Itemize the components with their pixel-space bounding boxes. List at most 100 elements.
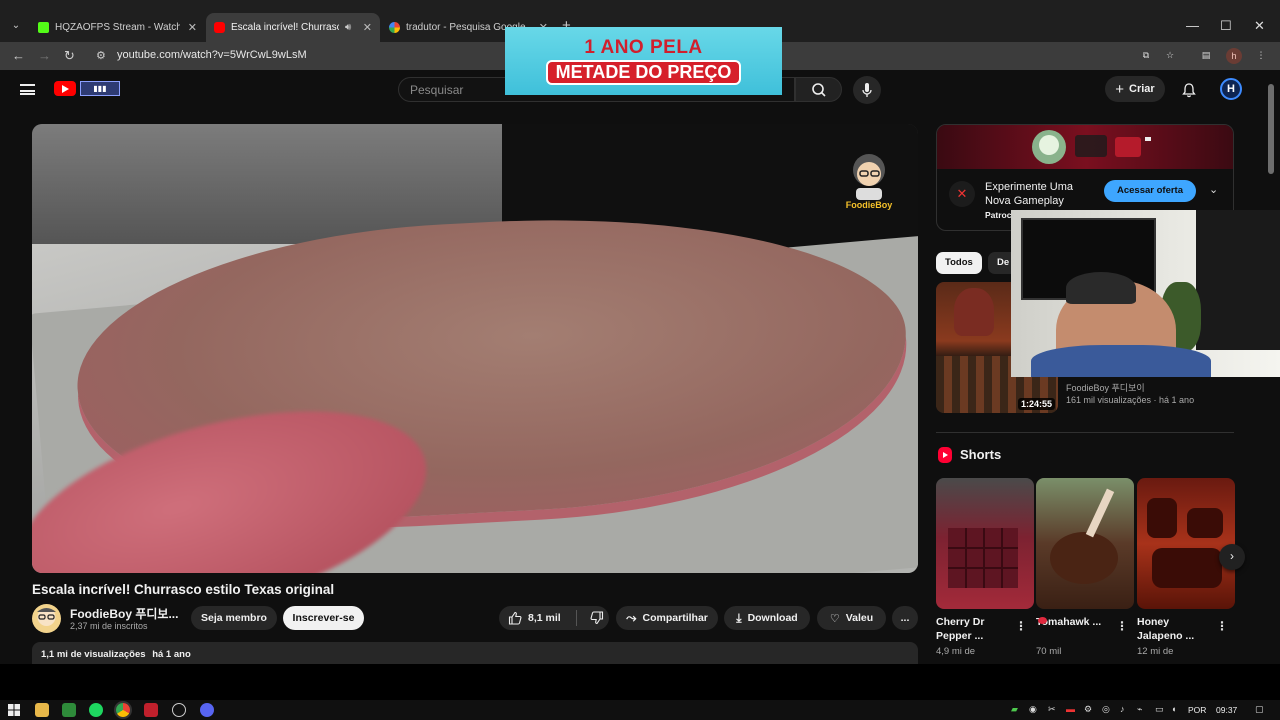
webcam-image	[1196, 210, 1280, 350]
shorts-next-button[interactable]: ›	[1219, 544, 1245, 570]
discord-icon[interactable]	[200, 703, 214, 717]
webcam-image	[1031, 345, 1211, 377]
promo-line-2: METADE DO PREÇO	[545, 59, 742, 85]
short-thumbnail[interactable]	[936, 478, 1034, 609]
tray-usb-icon[interactable]: ⌁	[1137, 704, 1142, 715]
short-title[interactable]: Cherry Dr Pepper ...	[936, 615, 1014, 643]
create-button[interactable]: + Criar	[1105, 76, 1165, 102]
thumbnail-image	[1147, 498, 1223, 588]
tray-mic-icon[interactable]: ♪	[1120, 704, 1125, 714]
close-tab-icon[interactable]: ✕	[363, 21, 372, 34]
share-button[interactable]: ⤳ Compartilhar	[616, 606, 718, 630]
news-app-icon[interactable]	[144, 703, 158, 717]
file-explorer-icon[interactable]	[35, 703, 49, 717]
short-menu-icon[interactable]: ⋮	[1216, 619, 1228, 633]
short-title[interactable]: Tomahawk ...	[1036, 615, 1114, 629]
ad-cta-button[interactable]: Acessar oferta	[1104, 180, 1196, 202]
obs-icon[interactable]	[172, 703, 186, 717]
notifications-bell-icon[interactable]	[1181, 82, 1197, 98]
search-button[interactable]	[795, 77, 842, 102]
tab-hqzaofps[interactable]: HQZAOFPS Stream - Watch Live ✕	[30, 13, 205, 42]
chip-all[interactable]: Todos	[936, 252, 982, 274]
promo-overlay: 1 ANO PELA METADE DO PREÇO	[505, 27, 782, 95]
back-icon[interactable]: ←	[12, 47, 25, 65]
minimize-icon[interactable]: —	[1186, 18, 1199, 33]
tray-app-icon[interactable]: ◎	[1102, 704, 1110, 715]
close-tab-icon[interactable]: ✕	[188, 21, 197, 34]
thumbs-up-icon	[508, 611, 522, 625]
shorts-logo-icon	[938, 447, 952, 463]
channel-watermark-icon: FoodieBoy	[846, 154, 892, 210]
like-count: 8,1 mil	[528, 612, 561, 624]
account-avatar[interactable]: H	[1220, 78, 1242, 100]
more-actions-button[interactable]: ...	[892, 606, 918, 630]
menu-icon[interactable]	[20, 84, 35, 95]
thumbnail-image	[1050, 488, 1118, 584]
scrollbar-thumb[interactable]	[1268, 84, 1274, 174]
bookmark-star-icon[interactable]: ☆	[1163, 48, 1177, 62]
site-info-icon[interactable]: ⚙︎	[96, 47, 106, 65]
keyboard-language[interactable]: POR	[1188, 705, 1206, 715]
browser-profile-avatar[interactable]: h	[1226, 48, 1242, 64]
windows-start-icon[interactable]	[7, 703, 21, 717]
kick-app-icon[interactable]	[62, 703, 76, 717]
youtube-logo-icon[interactable]	[54, 81, 76, 96]
recommended-channel[interactable]: FoodieBoy 푸디보이	[1066, 381, 1145, 394]
tray-tools-icon[interactable]: ✂︎	[1048, 704, 1056, 715]
short-thumbnail[interactable]	[1137, 478, 1235, 609]
channel-avatar[interactable]	[32, 604, 61, 633]
tray-app-icon[interactable]: ▬	[1066, 704, 1075, 714]
network-icon[interactable]: ▭	[1155, 704, 1164, 715]
join-button[interactable]: Seja membro	[191, 606, 277, 630]
screen: ⌄ HQZAOFPS Stream - Watch Live ✕ Escala …	[0, 0, 1280, 720]
tray-gamepad-icon[interactable]: ◉	[1029, 704, 1037, 715]
short-menu-icon[interactable]: ⋮	[1015, 619, 1027, 633]
reload-icon[interactable]: ↻	[64, 47, 75, 65]
subscribe-button[interactable]: Inscrever-se	[283, 606, 364, 630]
short-menu-icon[interactable]: ⋮	[1116, 619, 1128, 633]
kick-favicon-icon	[38, 22, 49, 33]
upload-date: há 1 ano	[152, 649, 191, 660]
video-player[interactable]: FoodieBoy	[32, 124, 918, 573]
chevron-down-icon[interactable]: ⌄	[1209, 183, 1218, 196]
volume-icon[interactable]: ◖	[1171, 704, 1176, 714]
microphone-icon	[862, 83, 872, 97]
tray-settings-icon[interactable]: ⚙︎	[1084, 704, 1092, 715]
chrome-icon[interactable]	[116, 703, 130, 717]
address-bar[interactable]: youtube.com/watch?v=5WrCwL9wLsM	[117, 49, 307, 61]
tab-youtube-video[interactable]: Escala incrível! Churrasco estilo Texas …	[206, 13, 380, 42]
thumbs-down-icon[interactable]	[590, 611, 604, 625]
description-box[interactable]: 1,1 mi de visualizações há 1 ano	[32, 642, 918, 664]
ad-title: Experimente Uma Nova Gameplay	[985, 181, 1074, 207]
clock[interactable]: 09:37	[1216, 705, 1237, 715]
extensions-icon[interactable]: ▤	[1199, 48, 1213, 62]
speaker-icon[interactable]: 🔊︎	[345, 22, 351, 33]
close-window-icon[interactable]: ✕	[1254, 18, 1265, 34]
spotify-icon[interactable]	[89, 703, 103, 717]
short-flag-icon	[1038, 617, 1047, 624]
webcam-image	[1066, 272, 1136, 304]
google-favicon-icon	[389, 22, 400, 33]
advertiser-logo-icon: ✕	[949, 181, 975, 207]
plus-icon: +	[1115, 80, 1125, 98]
thanks-button[interactable]: ♡ Valeu	[817, 606, 886, 630]
download-label: Download	[747, 612, 798, 624]
short-thumbnail[interactable]	[1036, 478, 1134, 609]
install-app-icon[interactable]: ⧉	[1139, 48, 1153, 62]
tray-app-icon[interactable]: ▰	[1011, 704, 1018, 715]
maximize-icon[interactable]: ☐	[1220, 18, 1232, 34]
short-title[interactable]: Honey Jalapeno ...	[1137, 615, 1215, 643]
youtube-favicon-icon	[214, 22, 225, 33]
short-views: 12 mi de	[1137, 646, 1174, 657]
notifications-icon[interactable]: ▢	[1255, 704, 1264, 715]
divider	[575, 610, 577, 626]
forward-icon[interactable]: →	[38, 47, 51, 65]
tab-list-button[interactable]: ⌄	[6, 17, 26, 35]
channel-name[interactable]: FoodieBoy 푸디보...	[70, 605, 178, 622]
view-count-date: 1,1 mi de visualizações há 1 ano	[41, 649, 191, 660]
tab-title: HQZAOFPS Stream - Watch Live	[55, 22, 180, 33]
download-button[interactable]: ⤓ Download	[724, 606, 810, 630]
browser-menu-icon[interactable]: ⋮	[1254, 48, 1268, 62]
like-button[interactable]: 8,1 mil	[508, 611, 561, 625]
voice-search-button[interactable]	[853, 76, 881, 104]
